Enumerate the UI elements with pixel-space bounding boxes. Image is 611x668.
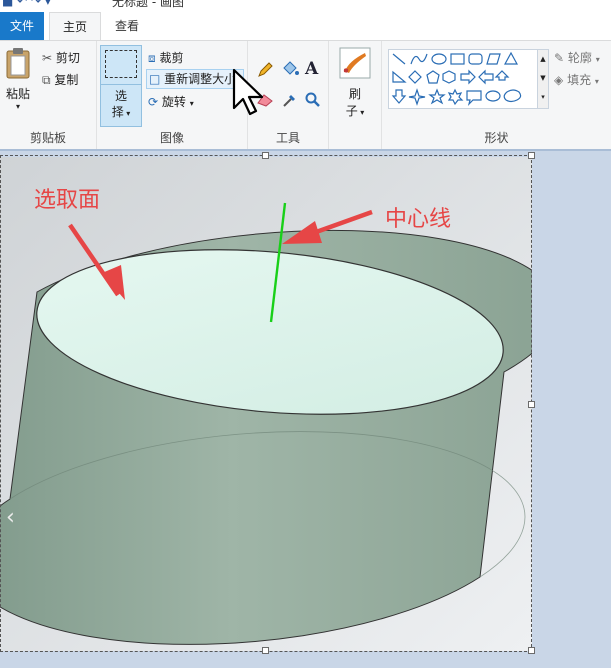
crop-icon: ⧈ (148, 51, 156, 65)
rotate-button[interactable]: ⟳ 旋转 ▾ (148, 93, 194, 110)
canvas-area[interactable]: 选取面 中心线 ‹ (0, 149, 611, 668)
clipboard-icon (6, 48, 30, 79)
cylinder-image (0, 157, 559, 651)
chevron-down-icon: ▾ (595, 55, 600, 64)
window-title: 无标题 - 画图 (112, 0, 184, 9)
canvas-top-edge (0, 149, 611, 151)
resize-handle-top[interactable] (262, 152, 269, 159)
copy-label: 复制 (54, 73, 79, 87)
copy-icon: ⧉ (42, 73, 51, 87)
resize-handle-right[interactable] (528, 401, 535, 408)
fill-label: 填充 (567, 73, 592, 87)
image-group-label: 图像 (159, 131, 184, 145)
shapes-group: ▲ ▼ ▾ ✎ 轮廓 ▾ ◈ 填充 ▾ 形状 (382, 41, 611, 149)
resize-handle-bottom[interactable] (262, 647, 269, 654)
fill-button[interactable]: ◈ 填充 ▾ (554, 71, 599, 88)
outline-button[interactable]: ✎ 轮廓 ▾ (554, 49, 600, 66)
ribbon-tabs: 文件 主页 查看 (0, 12, 611, 41)
outline-icon: ✎ (554, 51, 565, 65)
clipboard-group-label: 剪贴板 (29, 131, 66, 145)
select-label-line2: 择 (111, 105, 124, 119)
shapes-gallery-scroll[interactable]: ▲ ▼ ▾ (537, 49, 549, 109)
paste-button[interactable]: 粘贴 ▾ (2, 45, 34, 119)
resize-button[interactable]: □ 重新调整大小 (146, 69, 244, 89)
drawing-canvas[interactable]: 选取面 中心线 ‹ (0, 157, 559, 651)
fill-icon: ◈ (554, 73, 564, 87)
brushes-button[interactable]: 刷 子 ▾ (337, 47, 373, 119)
chevron-down-icon: ▾ (123, 109, 131, 118)
annotation-center-line: 中心线 (385, 207, 452, 232)
resize-handle-top-right[interactable] (528, 152, 535, 159)
shapes-group-label: 形状 (484, 131, 509, 145)
title-bar: ■ ↶ ↷ ▾ 无标题 - 画图 (0, 0, 611, 12)
resize-handle-bottom-right[interactable] (528, 647, 535, 654)
tools-group-label: 工具 (275, 131, 300, 145)
select-label-line1: 选 (114, 89, 127, 103)
brushes-group: 刷 子 ▾ (329, 41, 382, 149)
rotate-label: 旋转 (161, 95, 186, 109)
rotate-icon: ⟳ (148, 95, 159, 109)
annotation-selected-face: 选取面 (34, 188, 101, 213)
tab-home[interactable]: 主页 (49, 12, 101, 41)
mouse-cursor-icon (232, 68, 264, 116)
chevron-down-icon: ▾ (189, 99, 194, 108)
chevron-left-icon[interactable]: ‹ (6, 505, 15, 530)
brushes-label-line2: 子 (345, 104, 358, 118)
text-tool-icon[interactable]: A (305, 59, 318, 79)
cut-button[interactable]: ✂ 剪切 (42, 49, 80, 66)
shapes-gallery-icons (391, 51, 522, 106)
crop-label: 裁剪 (159, 51, 184, 65)
selection-rectangle-icon (105, 50, 137, 78)
resize-icon: □ (149, 72, 161, 86)
chevron-down-icon: ▾ (15, 102, 20, 111)
cut-label: 剪切 (55, 51, 80, 65)
resize-label: 重新调整大小 (164, 72, 237, 86)
outline-label: 轮廓 (567, 51, 592, 65)
tab-view[interactable]: 查看 (102, 12, 152, 40)
crop-button[interactable]: ⧈ 裁剪 (148, 49, 183, 66)
quick-access-toolbar[interactable]: ■ ↶ ↷ ▾ (2, 0, 51, 8)
chevron-down-icon: ▾ (357, 108, 365, 117)
select-button[interactable]: 选 择 ▾ (100, 45, 142, 127)
clipboard-group: 粘贴 ▾ ✂ 剪切 ⧉ 复制 剪贴板 (0, 41, 97, 149)
chevron-down-icon: ▾ (594, 77, 599, 86)
scissors-icon: ✂ (42, 51, 53, 65)
ribbon: 粘贴 ▾ ✂ 剪切 ⧉ 复制 剪贴板 选 择 ▾ ⧈ 裁剪 □ 重新调整大小 ⟳… (0, 40, 611, 150)
magnifier-icon[interactable] (305, 92, 321, 108)
color-picker-icon[interactable] (281, 91, 299, 109)
tab-file[interactable]: 文件 (0, 12, 44, 40)
brush-icon (339, 47, 371, 79)
image-group: 选 择 ▾ ⧈ 裁剪 □ 重新调整大小 ⟳ 旋转 ▾ 图像 (97, 41, 248, 149)
copy-button[interactable]: ⧉ 复制 (42, 71, 78, 88)
paste-label: 粘贴 (5, 87, 30, 101)
shapes-gallery[interactable] (388, 49, 538, 109)
fill-bucket-icon[interactable] (280, 59, 300, 79)
brushes-label-line1: 刷 (348, 87, 361, 101)
